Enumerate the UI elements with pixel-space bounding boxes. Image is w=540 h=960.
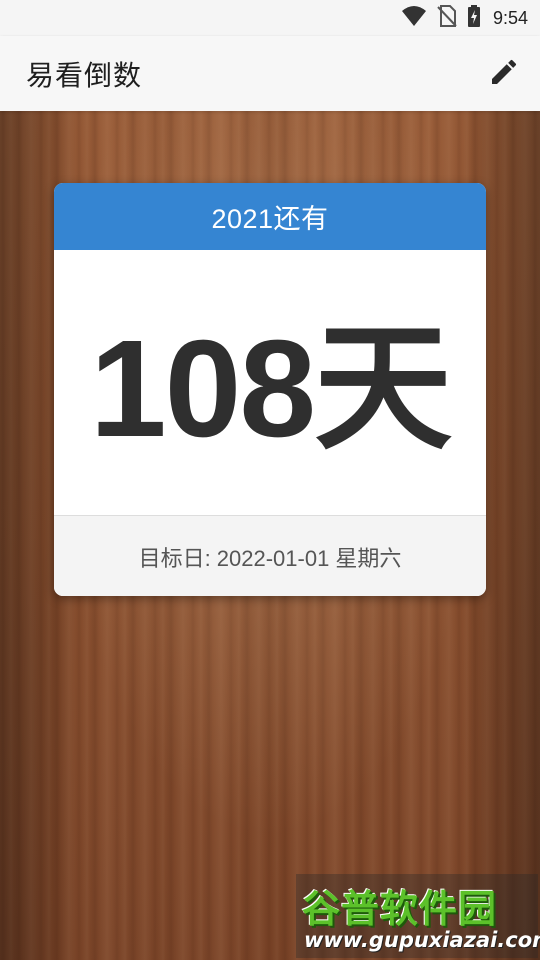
card-header: 2021还有 xyxy=(54,183,486,250)
wifi-icon xyxy=(401,5,427,31)
app-title: 易看倒数 xyxy=(26,59,143,92)
battery-charging-icon xyxy=(467,5,481,31)
app-bar: 易看倒数 xyxy=(0,36,540,111)
edit-button[interactable] xyxy=(484,54,524,94)
target-date-label: 目标日: 2022-01-01 星期六 xyxy=(138,545,402,571)
status-bar: 9:54 xyxy=(0,0,540,36)
card-body: 108天 xyxy=(54,250,486,515)
edit-pencil-icon xyxy=(488,56,520,92)
status-icons: 9:54 xyxy=(401,5,528,31)
watermark: 谷普软件园 www.gupuxiazai.com xyxy=(296,874,540,958)
countdown-card[interactable]: 2021还有 108天 目标日: 2022-01-01 星期六 xyxy=(54,183,486,596)
watermark-url: www.gupuxiazai.com xyxy=(304,928,540,952)
watermark-title: 谷普软件园 xyxy=(302,887,498,931)
day-count: 108天 xyxy=(89,311,452,466)
no-sim-icon xyxy=(437,5,457,31)
status-time: 9:54 xyxy=(492,7,528,28)
card-header-label: 2021还有 xyxy=(211,204,329,234)
card-footer: 目标日: 2022-01-01 星期六 xyxy=(54,515,486,596)
screen: 9:54 易看倒数 2021还有 108天 目标日: 2022-01-01 星期… xyxy=(0,0,540,960)
